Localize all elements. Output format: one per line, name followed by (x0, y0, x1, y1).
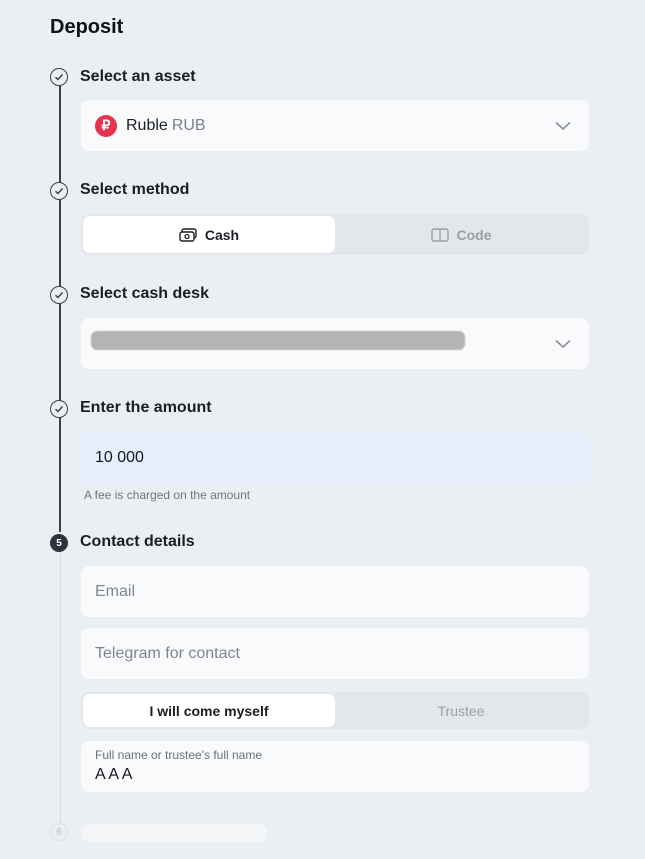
chevron-down-icon (555, 121, 571, 130)
telegram-field[interactable]: Telegram for contact (81, 628, 589, 679)
step-3-label: Select cash desk (80, 285, 209, 302)
chevron-down-icon (555, 339, 571, 348)
step-1-label: Select an asset (80, 68, 196, 85)
step-1-check-icon (50, 68, 68, 86)
email-field[interactable]: Email (81, 566, 589, 617)
amount-fee-hint: A fee is charged on the amount (84, 488, 251, 502)
full-name-value: A A A (95, 766, 133, 783)
amount-input[interactable]: 10 000 (81, 432, 589, 483)
progress-rail-upcoming (60, 551, 61, 823)
full-name-label: Full name or trustee's full name (95, 748, 263, 762)
cash-desk-select[interactable] (81, 318, 589, 369)
asset-code: RUB (171, 116, 206, 134)
email-placeholder: Email (95, 582, 136, 600)
step-6-number-badge: 6 (50, 823, 68, 841)
asset-name: Ruble (126, 116, 168, 134)
method-cash-tab[interactable]: Cash (83, 216, 335, 253)
telegram-placeholder: Telegram for contact (95, 644, 240, 662)
full-name-field[interactable]: Full name or trustee's full name A A A (81, 741, 589, 792)
pickup-self-tab[interactable]: I will come myself (83, 694, 335, 727)
redacted-cash-desk-value (91, 331, 465, 350)
code-ticket-icon (430, 227, 449, 242)
step-5-label: Contact details (80, 533, 195, 550)
step-6-label-placeholder (81, 824, 267, 842)
pickup-selector: I will come myself Trustee (81, 692, 589, 729)
cash-icon (179, 227, 197, 242)
step-4-label: Enter the amount (80, 399, 212, 416)
method-selector: Cash Code (81, 214, 589, 255)
page-title: Deposit (50, 16, 124, 38)
ruble-coin-icon: ₽ (95, 114, 117, 137)
amount-value: 10 000 (95, 448, 144, 466)
method-code-tab[interactable]: Code (335, 216, 587, 253)
step-3-check-icon (50, 286, 68, 304)
progress-rail (59, 86, 61, 532)
method-code-label: Code (456, 226, 492, 243)
pickup-trustee-tab[interactable]: Trustee (335, 694, 587, 727)
step-4-check-icon (50, 400, 68, 418)
asset-select[interactable]: ₽ Ruble RUB (81, 100, 589, 151)
step-2-label: Select method (80, 181, 190, 198)
method-cash-label: Cash (204, 226, 240, 243)
step-5-number-badge: 5 (50, 534, 68, 552)
step-2-check-icon (50, 182, 68, 200)
